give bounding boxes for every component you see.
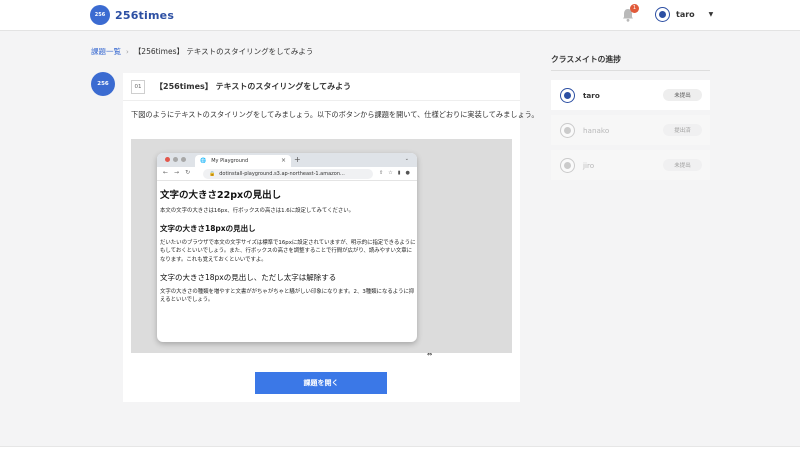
close-icon: × bbox=[280, 157, 286, 164]
classmate-row[interactable]: hanako 提出済 bbox=[551, 115, 710, 145]
lock-icon: 🔒 bbox=[209, 171, 216, 177]
task-card: 01 【256times】 テキストのスタイリングをしてみよう 下図のようにテキ… bbox=[123, 73, 539, 402]
avatar bbox=[560, 157, 575, 173]
preview-heading-18: 文字の大きさ18pxの見出し bbox=[160, 223, 256, 233]
browser-toolbar-icons: ⇧ ☆ ▮ ● ⋮ bbox=[379, 170, 417, 176]
classmate-name: taro bbox=[583, 90, 600, 100]
classmate-name: hanako bbox=[583, 125, 610, 135]
classmate-row[interactable]: taro 未提出 bbox=[551, 80, 710, 110]
avatar bbox=[655, 7, 670, 22]
plus-icon: + bbox=[294, 155, 301, 164]
task-description: 下図のようにテキストのスタイリングをしてみましょう。以下のボタンから課題を開いて… bbox=[131, 110, 539, 119]
notification-badge: 1 bbox=[630, 4, 639, 13]
task-title: 【256times】 テキストのスタイリングをしてみよう bbox=[155, 82, 352, 91]
globe-icon: 🌐 bbox=[200, 158, 207, 164]
open-task-button[interactable]: 課題を開く bbox=[255, 372, 387, 394]
logo-text: 256times bbox=[115, 8, 175, 22]
chevron-down-icon: ⌄ bbox=[404, 156, 409, 162]
tab-title: My Playground bbox=[211, 158, 249, 164]
user-name: taro bbox=[676, 10, 695, 19]
task-avatar: 256 bbox=[91, 72, 115, 96]
browser-tabbar: 🌐 My Playground × + ⌄ bbox=[157, 153, 417, 167]
browser-nav: ← → ↻ bbox=[163, 169, 190, 176]
classmates-progress-title: クラスメイトの進捗 bbox=[551, 55, 622, 64]
logo-badge: 256 bbox=[90, 5, 110, 25]
window-controls bbox=[165, 157, 186, 162]
breadcrumb-current: 【256times】 テキストのスタイリングをしてみよう bbox=[133, 47, 314, 56]
browser-page: 文字の大きさ22pxの見出し 本文の文字の大きさは16px、行ボックスの高さは1… bbox=[160, 187, 416, 312]
status-badge: 提出済 bbox=[663, 124, 702, 136]
chevron-down-icon: ▼ bbox=[708, 11, 714, 18]
preview-paragraph-3: 文字の大きさの種類を増やすと文書ががちゃがちゃと騒がしい印象になります。2、3種… bbox=[160, 288, 415, 304]
classmate-row[interactable]: jiro 未提出 bbox=[551, 150, 710, 180]
preview-paragraph-1: 本文の文字の大きさは16px、行ボックスの高さは1.6に設定してみてください。 bbox=[160, 208, 355, 214]
classmate-name: jiro bbox=[583, 160, 595, 170]
breadcrumb-root-link[interactable]: 課題一覧 bbox=[91, 46, 121, 57]
resize-cursor-icon: ⇔ bbox=[427, 351, 433, 358]
browser-urlbar: ← → ↻ 🔒 dotinstall-playground.s3.ap-nort… bbox=[157, 167, 417, 181]
preview-heading-18-normal: 文字の大きさ18pxの見出し、ただし太字は解除する bbox=[160, 272, 337, 282]
task-number: 01 bbox=[131, 79, 145, 94]
more-icon: ⋮ bbox=[415, 170, 417, 176]
user-menu[interactable]: taro ▼ bbox=[655, 7, 713, 22]
task-preview-image: 🌐 My Playground × + ⌄ ← → ↻ 🔒 dotinstall… bbox=[131, 139, 512, 358]
address-url: dotinstall-playground.s3.ap-northeast-1.… bbox=[219, 171, 345, 177]
back-icon: ← bbox=[163, 169, 169, 176]
divider bbox=[551, 70, 710, 71]
status-badge: 未提出 bbox=[663, 89, 702, 101]
sidebar-icon: ▮ bbox=[397, 170, 401, 176]
avatar bbox=[560, 122, 575, 138]
logo[interactable]: 256 256times bbox=[90, 5, 174, 25]
address-bar: 🔒 dotinstall-playground.s3.ap-northeast-… bbox=[203, 169, 373, 179]
status-badge: 未提出 bbox=[663, 159, 702, 171]
share-icon: ⇧ bbox=[379, 170, 384, 176]
star-icon: ☆ bbox=[388, 170, 393, 176]
browser-tab: 🌐 My Playground × bbox=[195, 155, 291, 167]
profile-icon: ● bbox=[405, 170, 410, 176]
breadcrumb: 課題一覧 › 【256times】 テキストのスタイリングをしてみよう bbox=[91, 46, 313, 57]
forward-icon: → bbox=[174, 169, 180, 176]
avatar bbox=[560, 87, 575, 103]
top-header: 256 256times 1 taro ▼ bbox=[0, 0, 800, 31]
browser-window: 🌐 My Playground × + ⌄ ← → ↻ 🔒 dotinstall… bbox=[157, 153, 417, 342]
preview-heading-22: 文字の大きさ22pxの見出し bbox=[160, 190, 282, 201]
task-card-header: 01 【256times】 テキストのスタイリングをしてみよう bbox=[123, 73, 520, 101]
breadcrumb-separator: › bbox=[126, 47, 129, 56]
preview-paragraph-2: だいたいのブラウザで本文の文字サイズは標準で16pxに設定されていますが、明示的… bbox=[160, 239, 416, 263]
reload-icon: ↻ bbox=[185, 169, 191, 176]
footer bbox=[0, 446, 800, 450]
